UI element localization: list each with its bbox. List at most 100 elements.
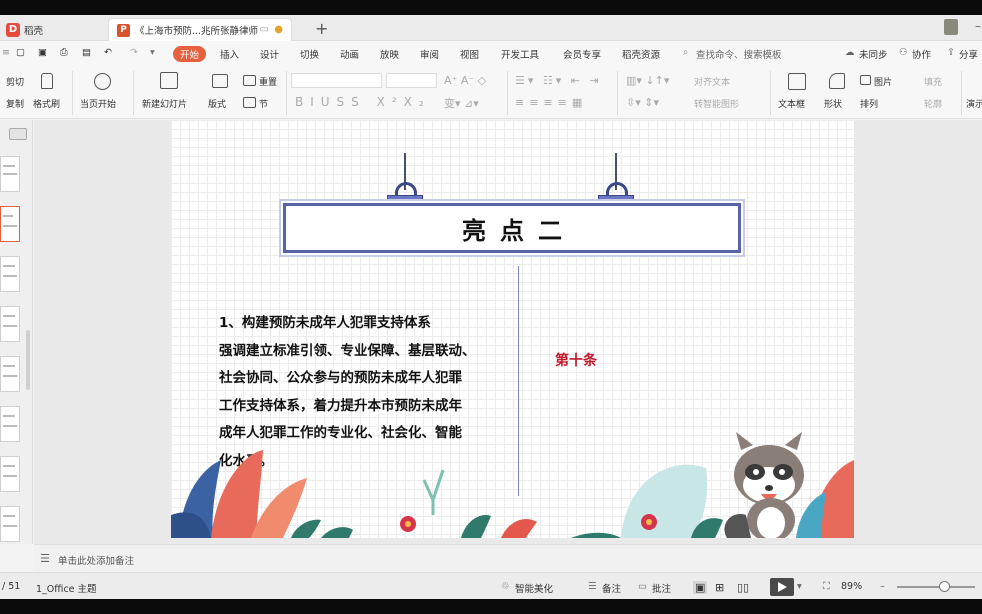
status-bar: / 51 1_Office 主题 ♲ 智能美化 ☰ 备注 ▭ 批注 ▣ ⊞ ▯▯… [0,572,982,599]
list-buttons[interactable]: ☰▾ ☷▾ ⇤ ⇥ [515,74,602,87]
menu-bar: ≡ ▢ ▣ ⎙ ▤ ↶ ↷ ▾ 开始 插入 设计 切换 动画 放映 审阅 视图 … [0,41,982,67]
unsync-button[interactable]: 未同步 [859,47,888,61]
thumbnail-scrollbar[interactable] [26,330,30,390]
slide-thumbnail[interactable] [0,306,20,342]
divider [507,71,508,115]
reset-button[interactable]: 重置 [259,75,277,88]
person-icon: ⚇ [899,47,908,58]
share-button[interactable]: 分享 [959,47,978,61]
fit-window-icon[interactable]: ⛶ [823,581,830,592]
menu-developer[interactable]: 开发工具 [501,47,539,61]
minimize-icon[interactable]: – [975,19,981,33]
new-slide-button[interactable]: 新建幻灯片 [142,97,187,110]
notes-bar: ☰ 单击此处添加备注 [34,544,982,572]
slide-thumbnail[interactable] [0,356,20,392]
paragraph-align-buttons[interactable]: ≡≡≡≡▦ [515,96,587,109]
layout-button[interactable]: 版式 [208,97,226,110]
play-from-current-button[interactable]: 当页开始 [80,97,116,110]
open-file-icon[interactable]: ▢ [16,47,25,58]
preview-icon[interactable]: ▤ [82,47,91,58]
textbox-icon [788,73,806,90]
menu-view[interactable]: 视图 [460,47,479,61]
menu-review[interactable]: 审阅 [420,47,439,61]
slide-thumbnail[interactable] [0,506,20,542]
divider [617,71,618,115]
tab-document[interactable]: P 《上海市预防...兆所张静律师 ▭ ● [108,18,292,41]
text-style-buttons[interactable]: BIUSS X²X₂ [295,95,431,109]
smart-beautify-button[interactable]: 智能美化 [515,581,553,595]
tab-daoke[interactable]: D 稻壳 [6,18,43,41]
slide-thumbnail-panel [0,120,33,544]
quick-access-chevron-icon[interactable]: ▾ [150,47,155,58]
new-tab-plus-icon[interactable]: + [315,19,328,38]
share-icon: ⇪ [947,47,955,58]
notes-input[interactable]: 单击此处添加备注 [58,553,134,567]
presentation-file-icon: P [117,23,130,37]
cloud-icon: ☁ [845,47,855,58]
play-circle-icon [94,73,111,90]
collab-button[interactable]: 协作 [912,47,931,61]
tab-daoke-label: 稻壳 [24,25,44,37]
menu-toggle-icon[interactable]: ≡ [2,47,10,58]
redo-icon[interactable]: ↷ [130,47,138,58]
present-button[interactable]: 演示 [966,97,982,110]
print-icon[interactable]: ⎙ [60,47,68,58]
zoom-out-icon[interactable]: – [880,581,885,592]
copy-button[interactable]: 复制 [6,97,24,110]
panel-toggle-icon[interactable] [9,128,27,140]
section-button[interactable]: 节 [259,97,268,110]
tab-window-icon[interactable]: ▭ [260,24,269,35]
slide-thumbnail[interactable] [0,456,20,492]
slide-thumbnail[interactable] [0,406,20,442]
search-icon: ⌕ [683,47,689,58]
slide-thumbnail-selected[interactable] [0,206,20,242]
font-color-icon[interactable]: 变▾ ⊿▾ [444,95,479,111]
reading-view-icon[interactable]: ▯▯ [737,581,749,594]
play-slideshow-button[interactable] [770,578,794,596]
align-text-button[interactable]: 对齐文本 [694,75,730,88]
menu-slideshow[interactable]: 放映 [380,47,399,61]
play-options-chevron-icon[interactable]: ▾ [797,581,802,592]
menu-transition[interactable]: 切换 [300,47,319,61]
menu-daoke-resources[interactable]: 稻壳资源 [622,47,660,61]
zoom-level[interactable]: 89% [841,581,862,592]
zoom-slider[interactable] [897,586,975,588]
divider [286,71,287,115]
picture-button[interactable]: 图片 [874,75,892,88]
comment-button[interactable]: 批注 [652,581,671,595]
fill-button[interactable]: 填充 [924,75,942,88]
menu-start[interactable]: 开始 [173,46,207,62]
cut-button[interactable]: 剪切 [6,75,24,88]
black-bar-bottom [0,599,982,614]
line-spacing-icon[interactable]: ⇳▾ ⇕▾ [626,96,659,109]
wps-logo-icon: D [6,22,20,37]
beautify-icon: ♲ [501,581,510,592]
save-icon[interactable]: ▣ [38,47,47,58]
shape-button[interactable]: 形状 [824,97,842,110]
smartart-button[interactable]: 转智能图形 [694,97,739,110]
font-size-select[interactable] [386,73,437,88]
command-search-input[interactable]: 查找命令、搜索模板 [696,47,782,61]
format-painter-button[interactable]: 格式刷 [33,97,60,110]
textbox-button[interactable]: 文本框 [778,97,805,110]
menu-member[interactable]: 会员专享 [563,47,601,61]
slide-thumbnail[interactable] [0,256,20,292]
page-indicator[interactable]: / 51 [2,581,20,592]
text-direction-icon[interactable]: ▥▾ ↓↑▾ [626,74,669,87]
zoom-slider-knob[interactable] [939,581,950,592]
font-grow-icon[interactable]: A⁺ A⁻ ◇ [444,74,486,87]
menu-design[interactable]: 设计 [260,47,279,61]
document-tab-bar: D 稻壳 P 《上海市预防...兆所张静律师 ▭ ● + – [0,15,982,41]
slide-thumbnail[interactable] [0,156,20,192]
undo-icon[interactable]: ↶ [104,47,112,58]
outline-button[interactable]: 轮廓 [924,97,942,110]
menu-animation[interactable]: 动画 [340,47,359,61]
slide-canvas[interactable]: 亮点二 1、构建预防未成年人犯罪支持体系 强调建立标准引领、专业保障、基层联动、… [171,120,854,538]
user-avatar[interactable] [944,19,958,35]
normal-view-icon[interactable]: ▣ [693,581,708,594]
notes-toggle-button[interactable]: 备注 [602,581,621,595]
slide-sorter-icon[interactable]: ⊞ [715,581,724,594]
menu-insert[interactable]: 插入 [220,47,239,61]
arrange-button[interactable]: 排列 [860,97,878,110]
font-family-select[interactable] [291,73,382,88]
